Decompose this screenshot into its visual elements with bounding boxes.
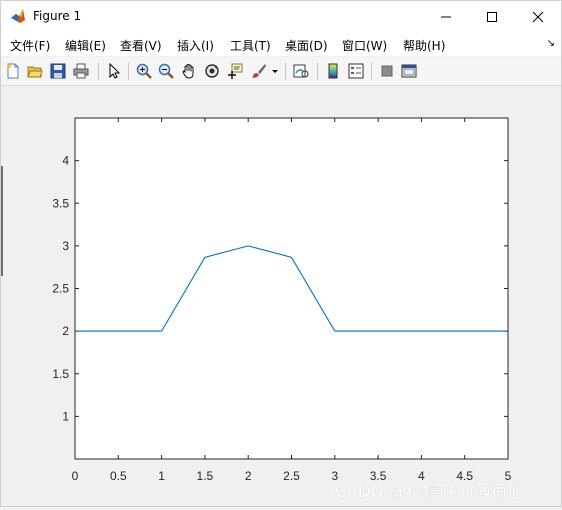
x-tick-label: 0 <box>72 469 79 483</box>
maximize-icon <box>487 11 497 22</box>
menu-file[interactable]: 文件(F) <box>10 37 50 54</box>
menu-edit[interactable]: 编辑(E) <box>65 37 106 54</box>
toolbar-separator <box>98 63 99 80</box>
axes-background <box>75 118 508 459</box>
title-bar: Figure 1 <box>1 1 561 32</box>
x-tick-label: 1 <box>158 469 165 483</box>
y-tick-label: 2.5 <box>52 282 69 296</box>
y-tick-label: 1.5 <box>52 367 69 381</box>
insert-legend-icon[interactable] <box>347 62 365 80</box>
insert-colorbar-icon[interactable] <box>324 62 342 80</box>
print-icon[interactable] <box>72 62 90 80</box>
menu-window[interactable]: 窗口(W) <box>342 37 387 54</box>
x-tick-label: 2 <box>245 469 252 483</box>
menu-help[interactable]: 帮助(H) <box>403 37 445 54</box>
hide-plot-tools-icon[interactable] <box>378 62 396 80</box>
minimize-button[interactable] <box>423 1 469 32</box>
minimize-icon <box>441 16 451 17</box>
menu-insert[interactable]: 插入(I) <box>177 37 214 54</box>
zoom-out-icon[interactable] <box>157 62 175 80</box>
line-chart[interactable]: 0 0.5 1 1.5 2 2.5 3 3.5 4 4.5 511.522.533.54 <box>1 86 561 506</box>
x-tick-label: 1.5 <box>197 469 214 483</box>
brush-icon[interactable] <box>250 62 268 80</box>
window-title: Figure 1 <box>33 9 82 23</box>
toolbar-separator <box>371 63 372 80</box>
zoom-in-icon[interactable] <box>135 62 153 80</box>
link-plot-icon[interactable] <box>292 62 310 80</box>
x-tick-label: 2.5 <box>283 469 300 483</box>
data-cursor-icon[interactable] <box>226 62 244 80</box>
x-tick-label: 0.5 <box>110 469 127 483</box>
toolbar-separator <box>317 63 318 80</box>
figure-window: Figure 1 文件(F) 编辑(E) 查看(V) 插入(I) 工具(T) 桌… <box>0 0 562 507</box>
edit-plot-arrow-icon[interactable] <box>105 62 123 80</box>
brush-dropdown-icon[interactable] <box>270 62 280 80</box>
close-button[interactable] <box>515 1 561 32</box>
y-tick-label: 3.5 <box>52 196 69 210</box>
menu-tools[interactable]: 工具(T) <box>230 37 271 54</box>
rotate-3d-icon[interactable] <box>203 62 221 80</box>
matlab-logo-icon <box>10 8 26 24</box>
save-icon[interactable] <box>49 62 67 80</box>
plot-area: 0 0.5 1 1.5 2 2.5 3 3.5 4 4.5 5 1 1.5 2 2.5 3 3.5 4 <box>1 86 561 506</box>
close-icon <box>532 11 544 22</box>
menu-bar: 文件(F) 编辑(E) 查看(V) 插入(I) 工具(T) 桌面(D) 窗口(W… <box>1 32 561 56</box>
new-figure-icon[interactable] <box>4 62 22 80</box>
pan-hand-icon[interactable] <box>180 62 198 80</box>
maximize-button[interactable] <box>469 1 515 32</box>
watermark-text: CSDN @柠檬味的薄荷心 <box>335 482 525 502</box>
toolbar-separator <box>285 63 286 80</box>
y-tick-label: 3 <box>62 239 69 253</box>
open-file-icon[interactable] <box>26 62 44 80</box>
show-plot-tools-icon[interactable] <box>400 62 418 80</box>
menu-view[interactable]: 查看(V) <box>120 37 162 54</box>
menu-more-arrow[interactable]: ↘ <box>547 38 555 49</box>
toolbar-separator <box>128 63 129 80</box>
y-tick-label: 4 <box>62 154 69 168</box>
y-tick-label: 2 <box>62 324 69 338</box>
menu-desktop[interactable]: 桌面(D) <box>285 37 328 54</box>
y-tick-label: 1 <box>62 409 69 423</box>
figure-toolbar <box>1 57 561 86</box>
